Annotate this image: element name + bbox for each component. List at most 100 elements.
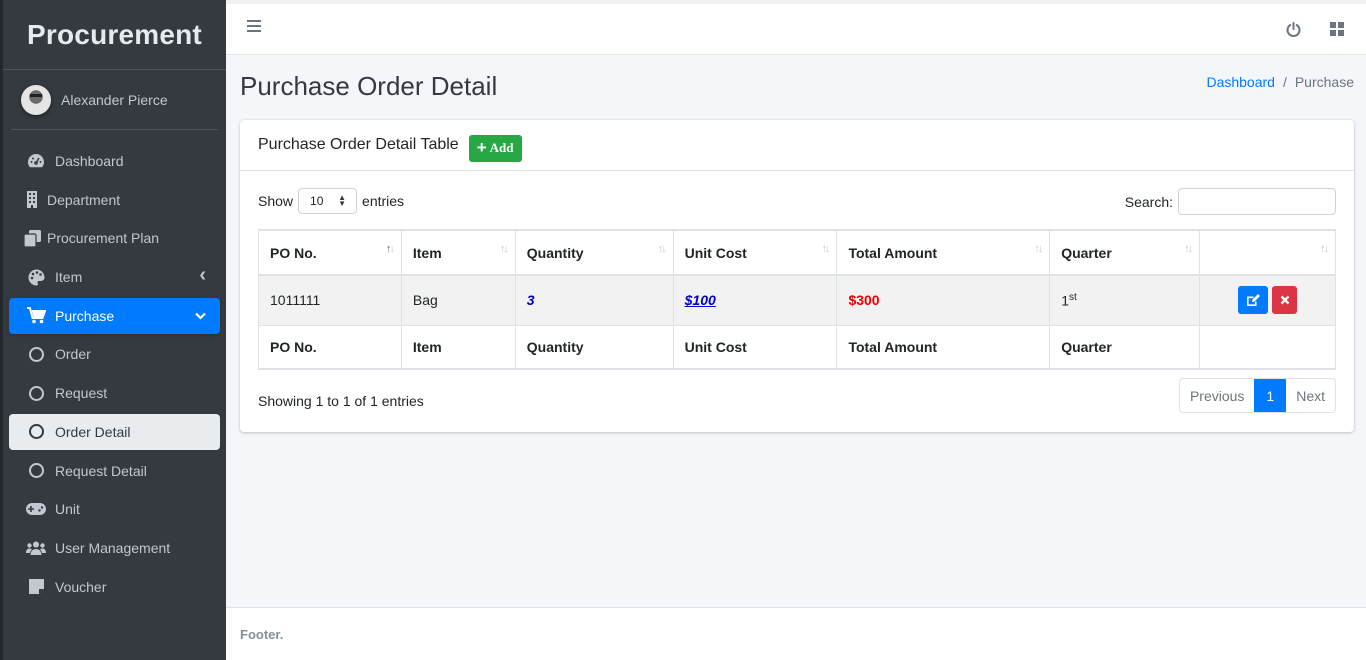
table-search: Search: <box>1125 188 1336 215</box>
total-amount-value: $300 <box>848 292 880 309</box>
sidebar-item-label: Dashboard <box>55 153 124 169</box>
unit-cost-link[interactable]: $100 <box>685 292 716 308</box>
sidebar-item-label: Unit <box>55 501 80 518</box>
gamepad-icon <box>25 503 47 516</box>
brand-logo[interactable]: Procurement <box>3 0 226 70</box>
sidebar-item-dashboard[interactable]: Dashboard <box>9 143 220 179</box>
sort-icon: ↑↓ <box>385 243 395 255</box>
sort-icon: ↑↓ <box>1034 243 1043 255</box>
sidebar-item-unit[interactable]: Unit <box>9 491 220 527</box>
column-header-unit-cost[interactable]: Unit Cost ↑↓ <box>672 229 838 276</box>
footer-quarter: Quarter <box>1049 324 1201 370</box>
select-caret-icon: ▲ ▼ <box>338 193 347 208</box>
sort-icon: ↑↓ <box>657 243 667 255</box>
footer-unit-cost: Unit Cost <box>672 324 838 370</box>
column-header-actions[interactable]: ↑↓ <box>1199 229 1336 276</box>
building-icon <box>21 191 43 209</box>
table-header-row: PO No. ↑↓ Item ↑↓ Quantity ↑↓ Unit Cost ↑↓ T… <box>258 229 1336 276</box>
sidebar-nav: Dashboard Department Procurement Plan It… <box>3 143 226 605</box>
quantity-value: 3 <box>526 292 535 309</box>
search-input[interactable] <box>1178 188 1336 215</box>
top-navbar <box>226 0 1366 55</box>
page-footer: Footer. <box>226 607 1366 660</box>
show-label: Show <box>258 193 294 209</box>
sidebar-item-label: Order <box>55 346 91 363</box>
edit-icon <box>1246 293 1260 306</box>
footer-item: Item <box>400 324 516 370</box>
column-header-po-no[interactable]: PO No. ↑↓ <box>258 229 402 276</box>
column-header-quarter[interactable]: Quarter ↑↓ <box>1049 229 1201 276</box>
circle-icon <box>25 424 47 440</box>
footer-quantity: Quantity <box>514 324 674 370</box>
column-header-item[interactable]: Item ↑↓ <box>400 229 516 276</box>
delete-button[interactable] <box>1272 286 1298 315</box>
sidebar-item-label: Procurement Plan <box>47 230 160 247</box>
table-info: Showing 1 to 1 of 1 entries <box>258 393 424 409</box>
card-title: Purchase Order Detail Table <box>258 136 459 153</box>
main-content: Purchase Order Detail Dashboard / Purcha… <box>226 0 1366 660</box>
user-name: Alexander Pierce <box>61 91 168 108</box>
entries-label: entries <box>362 193 405 209</box>
order-detail-card: Purchase Order Detail Table + Add Show 1… <box>240 120 1354 432</box>
sidebar-item-voucher[interactable]: Voucher <box>9 569 220 605</box>
plus-icon: + <box>476 138 487 157</box>
circle-icon <box>25 346 47 362</box>
apps-grid-icon[interactable] <box>1326 18 1348 40</box>
pagination-previous[interactable]: Previous <box>1180 379 1254 412</box>
cart-icon <box>25 307 47 324</box>
pagination-next[interactable]: Next <box>1286 379 1335 412</box>
sidebar-item-procurement-plan[interactable]: Procurement Plan <box>9 220 220 256</box>
sidebar-item-label: Request Detail <box>55 462 147 479</box>
sidebar-item-order-detail[interactable]: Order Detail <box>9 413 220 450</box>
sort-icon: ↑↓ <box>821 243 830 255</box>
sidebar-item-request[interactable]: Request <box>9 375 220 411</box>
circle-icon <box>25 385 47 401</box>
sidebar-item-department[interactable]: Department <box>9 182 220 218</box>
add-button[interactable]: + Add <box>468 134 522 162</box>
sidebar-item-label: Request <box>55 385 108 402</box>
sidebar-item-label: Order Detail <box>55 423 131 440</box>
circle-icon <box>25 463 47 478</box>
chevron-down-icon <box>195 308 206 323</box>
users-icon <box>25 541 47 555</box>
cell-quantity: 3 <box>514 274 674 326</box>
sidebar-item-request-detail[interactable]: Request Detail <box>9 453 220 489</box>
user-panel[interactable]: Alexander Pierce <box>11 70 218 130</box>
pagination-page-1[interactable]: 1 <box>1254 379 1287 412</box>
sidebar-item-label: Voucher <box>55 578 107 595</box>
breadcrumb-current: Purchase <box>1294 74 1354 90</box>
cell-unit-cost: $100 <box>672 274 838 326</box>
copy-icon <box>21 229 43 247</box>
footer-total-amount: Total Amount <box>836 324 1051 370</box>
sticky-note-icon <box>25 579 47 595</box>
cell-actions <box>1199 274 1336 326</box>
breadcrumb-separator: / <box>1282 74 1287 90</box>
cell-quarter: 1st <box>1049 274 1201 326</box>
edit-button[interactable] <box>1237 286 1268 315</box>
column-header-quantity[interactable]: Quantity ↑↓ <box>514 229 674 276</box>
sidebar-item-purchase[interactable]: Purchase <box>9 297 220 334</box>
table-footer-row: PO No. Item Quantity Unit Cost Total Amo… <box>258 324 1336 370</box>
menu-toggle-icon[interactable] <box>247 20 261 32</box>
power-icon[interactable] <box>1282 18 1304 40</box>
sidebar-item-item[interactable]: Item ‹ <box>9 259 220 295</box>
table-row: 1011111 Bag 3 $100 $300 1st <box>258 274 1336 326</box>
column-header-total-amount[interactable]: Total Amount ↑↓ <box>836 229 1051 276</box>
cell-po-no: 1011111 <box>258 274 402 326</box>
card-header: Purchase Order Detail Table + Add <box>240 120 1354 171</box>
order-detail-table: PO No. ↑↓ Item ↑↓ Quantity ↑↓ Unit Cost ↑↓ T… <box>258 229 1336 370</box>
sort-icon: ↑↓ <box>1320 243 1329 255</box>
sidebar-item-user-management[interactable]: User Management <box>9 530 220 566</box>
page-title: Purchase Order Detail <box>240 71 498 101</box>
palette-icon <box>25 269 47 286</box>
entries-length: Show 10 ▲ ▼ entries <box>258 188 404 214</box>
add-button-label: Add <box>489 140 514 155</box>
sidebar-item-order[interactable]: Order <box>9 336 220 372</box>
close-icon <box>1280 295 1290 305</box>
brand-text: Procurement <box>27 18 202 50</box>
breadcrumb-dashboard-link[interactable]: Dashboard <box>1206 74 1275 90</box>
tachometer-icon <box>25 153 47 169</box>
cell-item: Bag <box>400 274 516 326</box>
sidebar-item-label: Item <box>55 269 83 286</box>
entries-select[interactable]: 10 ▲ ▼ <box>298 188 358 214</box>
